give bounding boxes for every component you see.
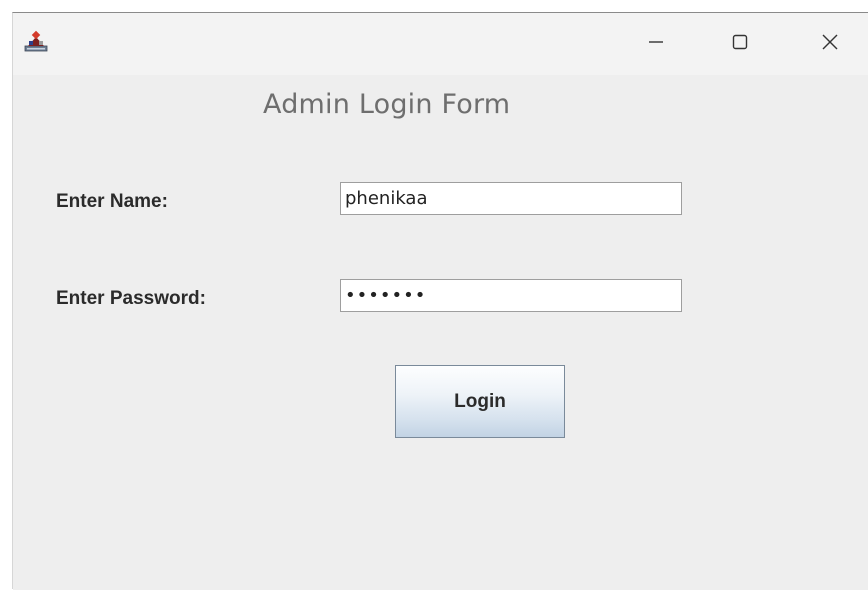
close-icon <box>820 32 840 57</box>
name-input[interactable] <box>340 182 682 215</box>
maximize-button[interactable] <box>709 13 771 75</box>
password-input[interactable] <box>340 279 682 312</box>
form-title: Admin Login Form <box>263 89 511 120</box>
close-button[interactable] <box>799 13 861 75</box>
minimize-icon <box>646 32 666 57</box>
password-label: Enter Password: <box>56 288 206 309</box>
name-label: Enter Name: <box>56 191 168 212</box>
login-button[interactable]: Login <box>395 365 565 438</box>
form-panel: Admin Login Form Enter Name: Enter Passw… <box>13 75 868 590</box>
java-app-icon <box>24 29 48 53</box>
login-window: Admin Login Form Enter Name: Enter Passw… <box>12 12 868 590</box>
title-bar[interactable] <box>13 13 868 75</box>
minimize-button[interactable] <box>625 13 687 75</box>
maximize-icon <box>730 32 750 57</box>
